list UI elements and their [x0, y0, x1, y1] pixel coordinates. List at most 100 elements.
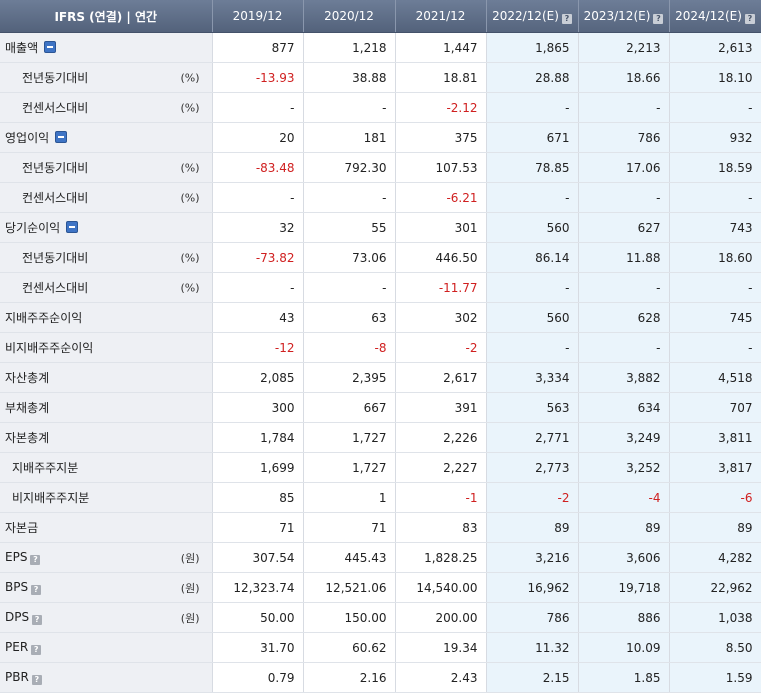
row-header: 지배주주순이익: [0, 302, 213, 333]
column-header-label: 2020/12: [324, 9, 374, 23]
collapse-toggle-icon[interactable]: [55, 131, 68, 143]
table-cell: 19.34: [395, 632, 487, 663]
help-icon[interactable]: ?: [31, 645, 42, 655]
table-cell: 89: [669, 512, 761, 543]
table-cell: 707: [669, 392, 761, 423]
table-cell: 792.30: [303, 152, 396, 183]
help-icon[interactable]: ?: [744, 13, 755, 24]
table-cell: 1,784: [212, 422, 304, 453]
table-cell: 3,606: [578, 542, 670, 573]
table-cell: -: [303, 92, 396, 123]
row-label: 당기순이익: [5, 221, 61, 235]
table-cell: 671: [486, 122, 579, 153]
table-cell: 16,962: [486, 572, 579, 603]
row-header[interactable]: 매출액: [0, 32, 213, 63]
table-cell: 1: [303, 482, 396, 513]
table-cell: 38.88: [303, 62, 396, 93]
table-cell: -4: [578, 482, 670, 513]
table-row: 부채총계 300 667 391 563 634 707: [0, 392, 761, 423]
row-unit: (%): [180, 251, 200, 264]
table-cell: -: [669, 332, 761, 363]
row-label: 지배주주지분: [12, 461, 79, 475]
table-cell: -83.48: [212, 152, 304, 183]
row-label: 지배주주순이익: [5, 311, 83, 325]
column-header-3: 2022/12(E)?: [486, 0, 579, 33]
table-cell: 786: [578, 122, 670, 153]
row-unit: (%): [180, 281, 200, 294]
row-header: 컨센서스대비 (%): [0, 92, 213, 123]
row-unit: (%): [180, 71, 200, 84]
table-body: 매출액 877 1,218 1,447 1,865 2,213 2,613 전년동기대비 (%)…: [0, 32, 761, 693]
table-cell: 83: [395, 512, 487, 543]
help-icon[interactable]: ?: [32, 615, 43, 625]
table-row: DPS? (원) 50.00 150.00 200.00 786 886 1,038: [0, 602, 761, 633]
collapse-toggle-icon[interactable]: [66, 221, 79, 233]
table-cell: 302: [395, 302, 487, 333]
table-cell: 43: [212, 302, 304, 333]
table-cell: 1,218: [303, 32, 396, 63]
table-cell: 3,817: [669, 452, 761, 483]
table-cell: 28.88: [486, 62, 579, 93]
row-label: DPS: [5, 610, 30, 624]
row-label: 컨센서스대비: [22, 281, 89, 295]
row-label: 비지배주주지분: [12, 491, 90, 505]
table-cell: 2,085: [212, 362, 304, 393]
table-cell: 3,216: [486, 542, 579, 573]
row-label: 자산총계: [5, 371, 50, 385]
table-cell: 200.00: [395, 602, 487, 633]
table-cell: 446.50: [395, 242, 487, 273]
table-row: 비지배주주순이익 -12 -8 -2- - -: [0, 332, 761, 363]
table-cell: 1,038: [669, 602, 761, 633]
row-label: 전년동기대비: [22, 251, 89, 265]
help-icon[interactable]: ?: [30, 555, 41, 565]
table-cell: 18.66: [578, 62, 670, 93]
table-cell: -: [669, 92, 761, 123]
row-label: 부채총계: [5, 401, 50, 415]
table-cell: 627: [578, 212, 670, 243]
row-header[interactable]: 영업이익: [0, 122, 213, 153]
row-label: PER: [5, 640, 29, 654]
row-unit: (%): [180, 161, 200, 174]
table-cell: 563: [486, 392, 579, 423]
table-cell: 2,773: [486, 452, 579, 483]
help-icon[interactable]: ?: [653, 13, 664, 24]
table-cell: 560: [486, 302, 579, 333]
row-label: BPS: [5, 580, 29, 594]
table-cell: 73.06: [303, 242, 396, 273]
financial-summary-table: IFRS (연결) | 연간 2019/12 2020/12 2021/12 2022…: [0, 0, 761, 693]
row-unit: (%): [180, 101, 200, 114]
table-cell: -6: [669, 482, 761, 513]
table-cell: 2,617: [395, 362, 487, 393]
table-cell: -12: [212, 332, 304, 363]
table-cell: 2,613: [669, 32, 761, 63]
row-header: PER?: [0, 632, 213, 663]
row-unit: (원): [180, 611, 200, 625]
table-cell: 2,226: [395, 422, 487, 453]
table-cell: 391: [395, 392, 487, 423]
table-cell: 19,718: [578, 572, 670, 603]
table-cell: 3,334: [486, 362, 579, 393]
table-cell: 2.15: [486, 662, 579, 693]
help-icon[interactable]: ?: [561, 13, 572, 24]
table-row: 지배주주지분 1,699 1,727 2,227 2,773 3,252 3,817: [0, 452, 761, 483]
table-cell: 181: [303, 122, 396, 153]
row-header[interactable]: 당기순이익: [0, 212, 213, 243]
table-cell: 1,727: [303, 452, 396, 483]
row-unit: (원): [180, 551, 200, 565]
table-cell: 628: [578, 302, 670, 333]
help-icon[interactable]: ?: [31, 585, 42, 595]
header-row: IFRS (연결) | 연간 2019/12 2020/12 2021/12 2022…: [0, 0, 761, 33]
table-cell: 12,521.06: [303, 572, 396, 603]
collapse-toggle-icon[interactable]: [44, 41, 57, 53]
column-header-2: 2021/12: [395, 0, 487, 33]
table-cell: 2,213: [578, 32, 670, 63]
table-cell: -: [578, 332, 670, 363]
table-row: 전년동기대비 (%) -73.82 73.06 446.50 86.14 11.88 18.6…: [0, 242, 761, 273]
table-cell: 743: [669, 212, 761, 243]
help-icon[interactable]: ?: [31, 675, 42, 685]
table-row: 비지배주주지분 85 1 -1 -2 -4 -6: [0, 482, 761, 513]
table-cell: 18.60: [669, 242, 761, 273]
table-cell: 71: [303, 512, 396, 543]
table-cell: 10.09: [578, 632, 670, 663]
table-cell: -: [669, 182, 761, 213]
